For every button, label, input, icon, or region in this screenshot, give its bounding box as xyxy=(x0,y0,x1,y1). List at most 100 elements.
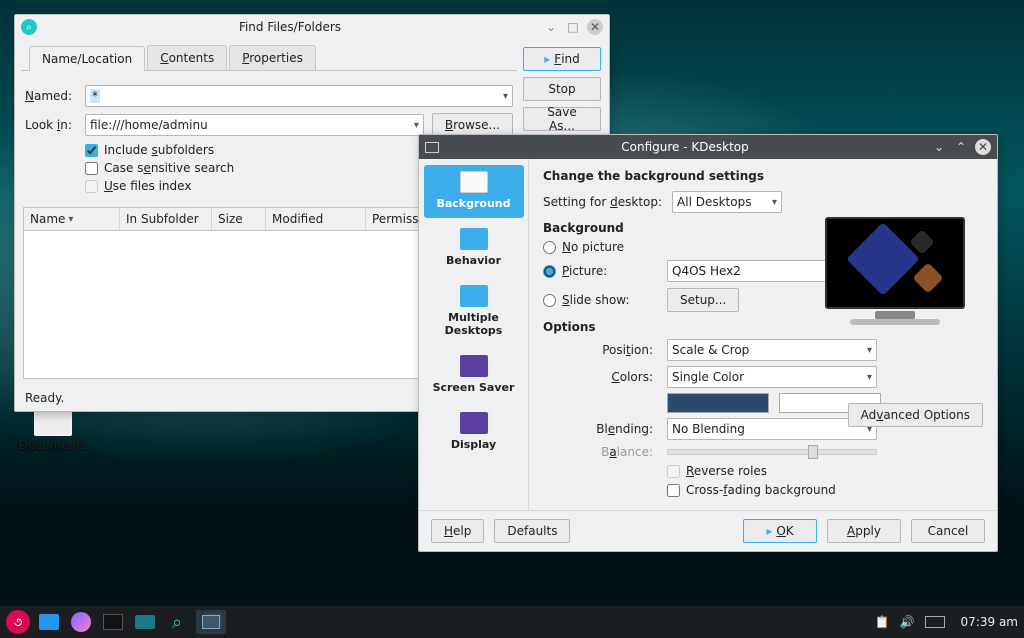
terminal-icon xyxy=(103,614,123,630)
battery-icon[interactable] xyxy=(925,616,945,628)
help-button[interactable]: Help xyxy=(431,519,484,543)
colors-label: Colors: xyxy=(543,370,657,384)
sidebar-item-screen-saver[interactable]: Screen Saver xyxy=(424,349,524,402)
defaults-button[interactable]: Defaults xyxy=(494,519,570,543)
config-heading: Change the background settings xyxy=(543,169,983,183)
balance-slider xyxy=(667,449,877,455)
terminal-button[interactable] xyxy=(100,610,126,634)
col-name[interactable]: Name ▾ xyxy=(24,208,120,230)
tab-name-location[interactable]: Name/Location xyxy=(29,46,145,71)
config-button-bar: Help Defaults ▸OK Apply Cancel xyxy=(419,510,997,551)
screensaver-icon xyxy=(460,355,488,377)
chevron-down-icon: ▾ xyxy=(772,197,777,208)
check-label: Case sensitive search xyxy=(104,161,234,175)
cancel-button[interactable]: Cancel xyxy=(911,519,985,543)
named-input[interactable]: *▾ xyxy=(85,85,513,107)
radio-no-picture[interactable]: No picture xyxy=(543,240,653,254)
check-label: Reverse roles xyxy=(686,464,767,478)
check-crossfade[interactable]: Cross-fading background xyxy=(667,483,836,497)
arrow-icon: ▸ xyxy=(766,524,772,538)
checkbox[interactable] xyxy=(85,144,98,157)
configure-kdesktop-window: Configure - KDesktop ⌄ ⌃ ✕ Background Be… xyxy=(418,134,998,552)
setting-for-label: Setting for desktop: xyxy=(543,195,662,209)
apply-button[interactable]: Apply xyxy=(827,519,901,543)
checkbox[interactable] xyxy=(667,484,680,497)
tab-contents[interactable]: Contents xyxy=(147,45,227,70)
configure-title: Configure - KDesktop xyxy=(445,140,925,154)
checkbox xyxy=(667,465,680,478)
search-icon: ⌕ xyxy=(21,19,37,35)
system-tray: 📋 🔊 07:39 am xyxy=(875,615,1018,629)
close-icon[interactable]: ✕ xyxy=(975,139,991,155)
volume-icon[interactable]: 🔊 xyxy=(900,615,915,629)
find-title: Find Files/Folders xyxy=(43,20,537,34)
balance-label: Balance: xyxy=(543,445,657,459)
desktop-icon xyxy=(39,614,59,630)
sidebar-item-background[interactable]: Background xyxy=(424,165,524,218)
radio-picture[interactable]: Picture: xyxy=(543,264,653,278)
checkbox[interactable] xyxy=(85,162,98,175)
maximize-icon[interactable]: ⌃ xyxy=(953,139,969,155)
windows-icon xyxy=(202,615,220,629)
named-label: Named: xyxy=(25,89,77,103)
desktop-icon xyxy=(460,228,488,250)
tab-properties[interactable]: Properties xyxy=(229,45,316,70)
config-sidebar: Background Behavior Multiple Desktops Sc… xyxy=(419,159,529,510)
picture-icon xyxy=(460,171,488,193)
configure-titlebar[interactable]: Configure - KDesktop ⌄ ⌃ ✕ xyxy=(419,135,997,159)
desktop-icon-label: Documents xyxy=(18,438,88,452)
chevron-down-icon: ▾ xyxy=(503,91,508,102)
check-label: Use files index xyxy=(104,179,191,193)
arrow-icon: ▸ xyxy=(544,52,550,66)
folder-icon xyxy=(135,615,155,629)
find-tabs: Name/Location Contents Properties xyxy=(21,45,517,71)
taskbar: ૭ ⌕ 📋 🔊 07:39 am xyxy=(0,606,1024,638)
col-modified[interactable]: Modified xyxy=(266,208,366,230)
show-desktop-button[interactable] xyxy=(36,610,62,634)
lookin-input[interactable]: file:///home/adminu▾ xyxy=(85,114,424,136)
check-label: Cross-fading background xyxy=(686,483,836,497)
check-reverse-roles: Reverse roles xyxy=(667,464,767,478)
position-label: Position: xyxy=(543,343,657,357)
swirl-icon: ૭ xyxy=(14,615,22,630)
sort-icon: ▾ xyxy=(68,214,73,225)
chevron-down-icon: ▾ xyxy=(414,120,419,131)
window-icon xyxy=(425,142,439,153)
browser-button[interactable] xyxy=(68,610,94,634)
find-titlebar[interactable]: ⌕ Find Files/Folders ⌄ □ ✕ xyxy=(15,15,609,39)
position-select[interactable]: Scale & Crop▾ xyxy=(667,339,877,361)
save-as-button: Save As... xyxy=(523,107,601,131)
sidebar-item-behavior[interactable]: Behavior xyxy=(424,222,524,275)
setup-button: Setup... xyxy=(667,288,739,312)
ok-button[interactable]: ▸OK xyxy=(743,519,817,543)
col-subfolder[interactable]: In Subfolder xyxy=(120,208,212,230)
stop-button: Stop xyxy=(523,77,601,101)
minimize-icon[interactable]: ⌄ xyxy=(931,139,947,155)
search-icon: ⌕ xyxy=(172,612,182,633)
files-button[interactable] xyxy=(132,610,158,634)
blending-select[interactable]: No Blending▾ xyxy=(667,418,877,440)
col-size[interactable]: Size xyxy=(212,208,266,230)
search-button[interactable]: ⌕ xyxy=(164,610,190,634)
clipboard-icon[interactable]: 📋 xyxy=(875,615,890,629)
config-body: Change the background settings Setting f… xyxy=(529,159,997,510)
radio-slideshow[interactable]: Slide show: xyxy=(543,293,653,307)
setting-for-select[interactable]: All Desktops▾ xyxy=(672,191,782,213)
chevron-down-icon: ▾ xyxy=(867,345,872,356)
minimize-icon[interactable]: ⌄ xyxy=(543,19,559,35)
close-icon[interactable]: ✕ xyxy=(587,19,603,35)
compass-icon xyxy=(71,612,91,632)
sidebar-item-multiple-desktops[interactable]: Multiple Desktops xyxy=(424,279,524,345)
task-windows-button[interactable] xyxy=(196,610,226,634)
color-swatch-1[interactable] xyxy=(667,393,769,413)
chevron-down-icon: ▾ xyxy=(867,372,872,383)
find-button[interactable]: ▸Find xyxy=(523,47,601,71)
advanced-options-button[interactable]: Advanced Options xyxy=(848,403,983,427)
app-menu-button[interactable]: ૭ xyxy=(6,610,30,634)
taskbar-clock[interactable]: 07:39 am xyxy=(961,615,1018,629)
sidebar-item-display[interactable]: Display xyxy=(424,406,524,459)
preview-monitor xyxy=(815,217,975,325)
colors-select[interactable]: Single Color▾ xyxy=(667,366,877,388)
maximize-icon[interactable]: □ xyxy=(565,19,581,35)
check-label: Include subfolders xyxy=(104,143,214,157)
